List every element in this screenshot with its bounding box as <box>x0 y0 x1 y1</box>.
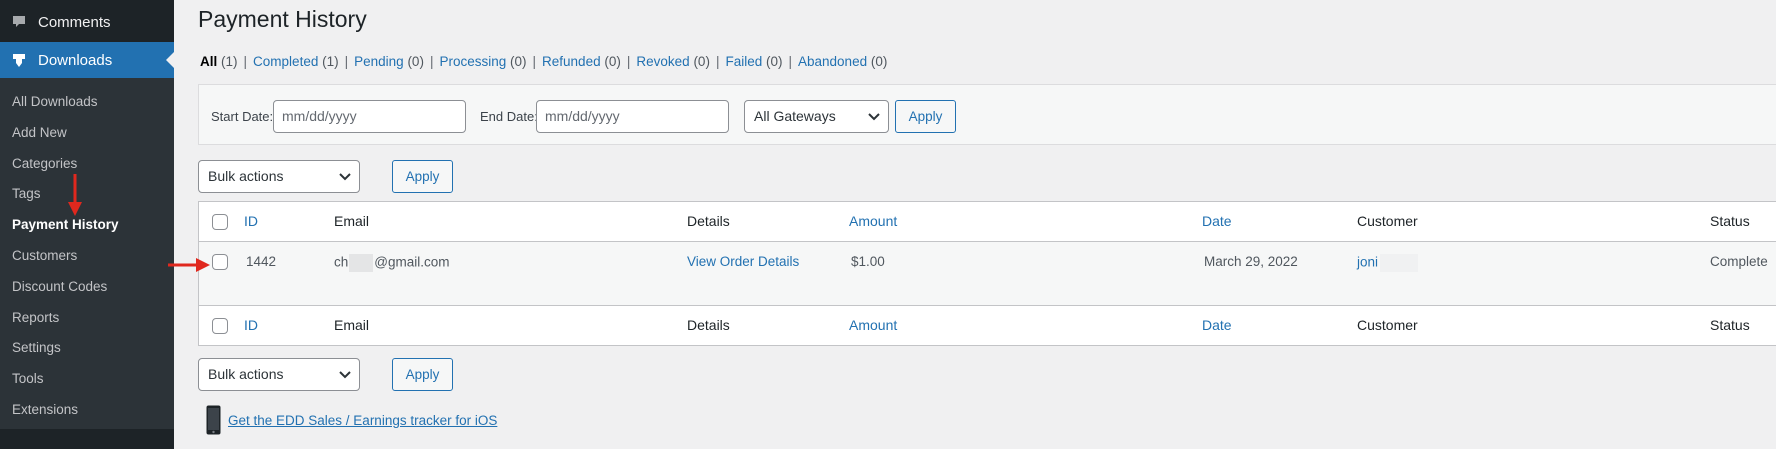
bulk-actions-select-bottom[interactable]: Bulk actions <box>198 358 360 391</box>
comment-icon <box>0 14 38 30</box>
menu-comments-label: Comments <box>38 13 111 31</box>
row-checkbox[interactable] <box>212 254 228 270</box>
row-amount: $1.00 <box>851 254 885 269</box>
col-amount-footer[interactable]: Amount <box>849 317 897 333</box>
page-title: Payment History <box>198 6 367 32</box>
submenu-tags[interactable]: Tags <box>0 179 174 210</box>
submenu-reports[interactable]: Reports <box>0 303 174 334</box>
ios-promo: Get the EDD Sales / Earnings tracker for… <box>206 405 497 435</box>
chevron-down-icon <box>339 371 351 379</box>
bulk-apply-button-top[interactable]: Apply <box>392 160 453 193</box>
col-email: Email <box>334 213 370 229</box>
filter-revoked[interactable]: Revoked <box>636 54 689 69</box>
submenu-customers[interactable]: Customers <box>0 241 174 272</box>
downloads-submenu: All Downloads Add New Categories Tags Pa… <box>0 78 174 429</box>
filter-completed[interactable]: Completed <box>253 54 318 69</box>
row-email: ch @gmail.com <box>334 254 450 272</box>
sidebar-bottom <box>0 429 174 449</box>
col-customer: Customer <box>1357 213 1418 229</box>
submenu-settings[interactable]: Settings <box>0 333 174 364</box>
gateway-select[interactable]: All Gateways <box>744 100 889 133</box>
row-status: Complete <box>1710 254 1768 269</box>
col-details-footer: Details <box>687 317 730 333</box>
ios-tracker-link[interactable]: Get the EDD Sales / Earnings tracker for… <box>228 413 497 428</box>
filter-failed[interactable]: Failed <box>725 54 762 69</box>
col-email-footer: Email <box>334 317 370 333</box>
submenu-categories[interactable]: Categories <box>0 149 174 180</box>
col-date[interactable]: Date <box>1202 213 1232 229</box>
filter-processing[interactable]: Processing <box>439 54 506 69</box>
col-date-footer[interactable]: Date <box>1202 317 1232 333</box>
chevron-down-icon <box>868 113 880 121</box>
status-filter-links: All (1) | Completed (1) | Pending (0) | Proces… <box>200 54 888 69</box>
table-footer: ID Email Details Amount Date Customer St… <box>199 305 1776 345</box>
filter-abandoned[interactable]: Abandoned <box>798 54 867 69</box>
submenu-tools[interactable]: Tools <box>0 364 174 395</box>
bulk-actions-select-top[interactable]: Bulk actions <box>198 160 360 193</box>
bulk-apply-button-bottom[interactable]: Apply <box>392 358 453 391</box>
col-id-footer[interactable]: ID <box>244 317 258 333</box>
customer-link[interactable]: joni <box>1357 254 1419 272</box>
col-id[interactable]: ID <box>244 213 258 229</box>
end-date-label: End Date: <box>480 109 538 124</box>
view-order-details-link[interactable]: View Order Details <box>687 254 799 269</box>
start-date-input[interactable]: mm/dd/yyyy <box>273 100 466 133</box>
submenu-payment-history[interactable]: Payment History <box>0 210 174 241</box>
submenu-all-downloads[interactable]: All Downloads <box>0 87 174 118</box>
filter-apply-button[interactable]: Apply <box>895 100 956 133</box>
submenu-discount-codes[interactable]: Discount Codes <box>0 272 174 303</box>
filter-all[interactable]: All <box>200 54 217 69</box>
chevron-down-icon <box>339 173 351 181</box>
date-filter-box: Start Date: mm/dd/yyyy End Date: mm/dd/y… <box>198 84 1776 145</box>
table-header: ID Email Details Amount Date Customer St… <box>199 202 1776 242</box>
menu-comments[interactable]: Comments <box>0 5 174 39</box>
arrow-annotation-right <box>168 258 210 272</box>
submenu-extensions[interactable]: Extensions <box>0 395 174 426</box>
redaction-block <box>349 254 374 272</box>
col-status: Status <box>1710 213 1750 229</box>
filter-refunded[interactable]: Refunded <box>542 54 601 69</box>
table-row: 1442 ch @gmail.com View Order Details $1.… <box>199 242 1776 305</box>
select-all-checkbox-footer[interactable] <box>212 318 228 334</box>
col-status-footer: Status <box>1710 317 1750 333</box>
filter-pending[interactable]: Pending <box>354 54 404 69</box>
col-amount[interactable]: Amount <box>849 213 897 229</box>
submenu-add-new[interactable]: Add New <box>0 118 174 149</box>
payments-table: ID Email Details Amount Date Customer St… <box>198 201 1776 346</box>
menu-downloads-label: Downloads <box>38 51 113 69</box>
phone-icon <box>206 405 221 435</box>
row-date: March 29, 2022 <box>1204 254 1298 269</box>
col-details: Details <box>687 213 730 229</box>
end-date-input[interactable]: mm/dd/yyyy <box>536 100 729 133</box>
redaction-block <box>1380 254 1419 272</box>
main-content: Payment History All (1) | Completed (1) | Pe… <box>174 0 1776 449</box>
admin-sidebar: Comments Downloads All Downloads Add New… <box>0 0 174 449</box>
menu-downloads[interactable]: Downloads <box>0 42 174 78</box>
arrow-annotation-down <box>68 174 82 216</box>
col-customer-footer: Customer <box>1357 317 1418 333</box>
download-icon <box>0 52 38 68</box>
select-all-checkbox[interactable] <box>212 214 228 230</box>
row-id: 1442 <box>246 254 277 269</box>
start-date-label: Start Date: <box>211 109 274 124</box>
